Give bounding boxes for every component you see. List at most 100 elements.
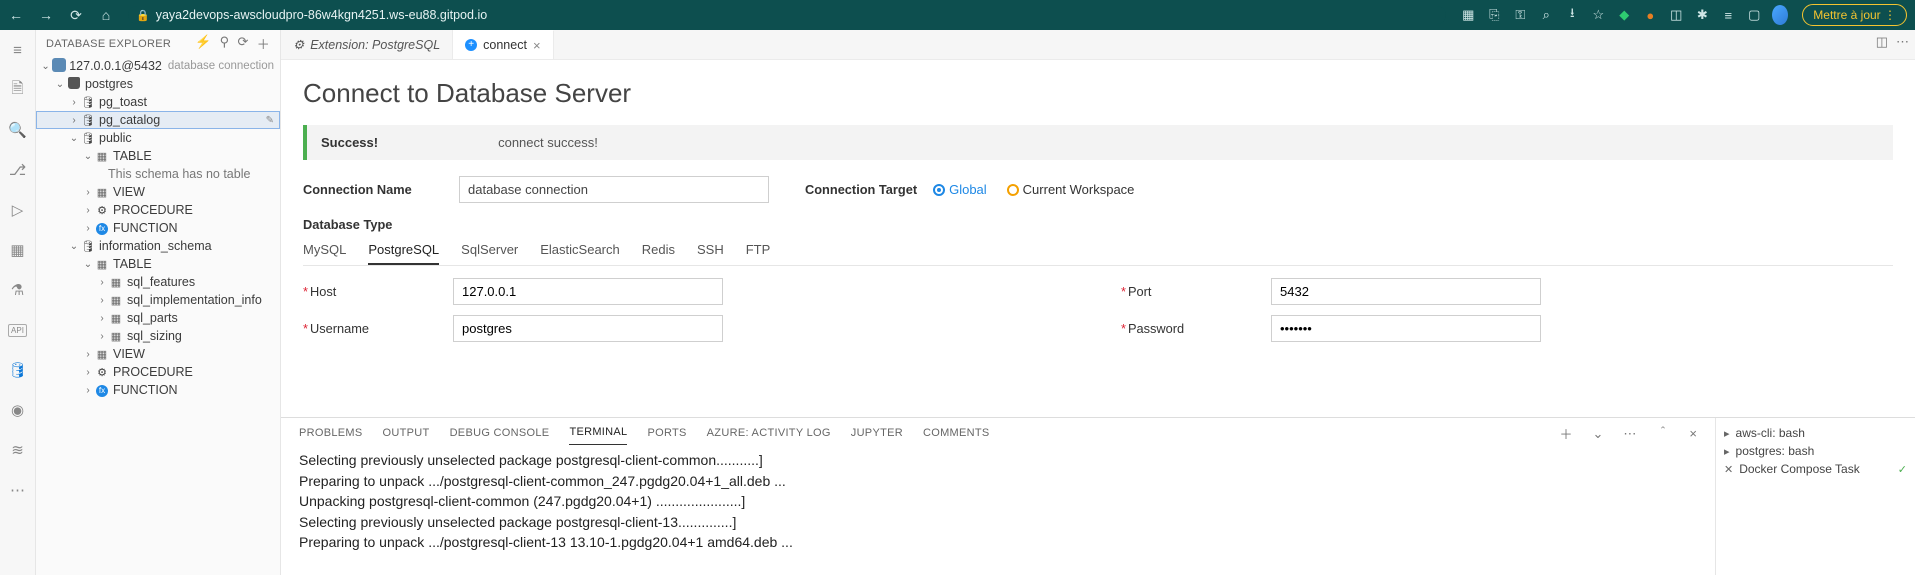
tree-schema-info[interactable]: ⌄ 🛢 information_schema xyxy=(36,237,280,255)
tree-table-sql-impl[interactable]: › ▦ sql_implementation_info xyxy=(36,291,280,309)
panel-tab-ports[interactable]: PORTS xyxy=(647,423,686,445)
download-icon[interactable]: ⭳ xyxy=(1564,4,1580,26)
run-icon[interactable]: ▷ xyxy=(6,198,30,222)
schema-label: public xyxy=(99,131,274,145)
explorer-icon[interactable]: 🗎 xyxy=(6,78,30,102)
forward-icon[interactable]: → xyxy=(38,7,54,23)
conn-name-input[interactable] xyxy=(459,176,769,203)
search-icon[interactable]: 🔍 xyxy=(6,118,30,142)
split-terminal-icon[interactable]: ⌄ xyxy=(1592,426,1603,442)
tree-table-group[interactable]: ⌄ ▦ TABLE xyxy=(36,147,280,165)
tree-schema-pg-catalog[interactable]: › 🛢 pg_catalog ✎ xyxy=(36,111,280,129)
panel-tab-jupyter[interactable]: JUPYTER xyxy=(851,423,903,445)
more-editor-icon[interactable]: ⋯ xyxy=(1896,34,1909,50)
schema-icon: 🛢 xyxy=(80,96,96,109)
db-tab-elasticsearch[interactable]: ElasticSearch xyxy=(540,238,619,265)
table-label: sql_features xyxy=(127,275,274,289)
db-tab-ftp[interactable]: FTP xyxy=(746,238,771,265)
api-icon[interactable]: API xyxy=(6,318,30,342)
close-panel-icon[interactable]: × xyxy=(1689,426,1697,441)
scm-icon[interactable]: ⎇ xyxy=(6,158,30,182)
terminal-label: aws-cli: bash xyxy=(1736,426,1805,440)
puzzle-icon[interactable]: ✱ xyxy=(1694,7,1710,23)
avatar-icon[interactable] xyxy=(1772,5,1788,25)
tree-view-group[interactable]: › ▦ VIEW xyxy=(36,183,280,201)
tree-table-sql-sizing[interactable]: › ▦ sql_sizing xyxy=(36,327,280,345)
ext-icon-1[interactable]: ▦ xyxy=(1460,7,1476,23)
db-tab-redis[interactable]: Redis xyxy=(642,238,675,265)
ext-icon-8[interactable]: ◫ xyxy=(1668,7,1684,23)
password-input[interactable] xyxy=(1271,315,1541,342)
database-icon[interactable]: 🛢 xyxy=(6,358,30,382)
tree-function-group[interactable]: › fx FUNCTION xyxy=(36,219,280,237)
tree-schema-pg-toast[interactable]: › 🛢 pg_toast xyxy=(36,93,280,111)
tree-db-postgres[interactable]: ⌄ postgres xyxy=(36,75,280,93)
activity-bar: ≡ 🗎 🔍 ⎇ ▷ ▦ ⚗ API 🛢 ◉ ≋ ⋯ xyxy=(0,30,36,575)
close-icon[interactable]: × xyxy=(533,38,541,53)
extensions-icon[interactable]: ▦ xyxy=(6,238,30,262)
terminal-item-postgres[interactable]: ▸ postgres: bash xyxy=(1724,442,1907,460)
star-icon[interactable]: ☆ xyxy=(1590,7,1606,23)
reload-icon[interactable]: ⟳ xyxy=(68,7,84,24)
ext-orange-icon[interactable]: ● xyxy=(1642,8,1658,23)
panel-tab-terminal[interactable]: TERMINAL xyxy=(569,422,627,445)
github-icon[interactable]: ◉ xyxy=(6,398,30,422)
tree-procedure-group-2[interactable]: › ⚙ PROCEDURE xyxy=(36,363,280,381)
db-tab-sqlserver[interactable]: SqlServer xyxy=(461,238,518,265)
tree-table-group-2[interactable]: ⌄ ▦ TABLE xyxy=(36,255,280,273)
panel-icon[interactable]: ▢ xyxy=(1746,7,1762,23)
back-icon[interactable]: ← xyxy=(8,7,24,23)
menu-icon[interactable]: ≡ xyxy=(6,38,30,62)
home-icon[interactable]: ⌂ xyxy=(98,7,114,23)
tree-connection[interactable]: ⌄ 127.0.0.1@5432 database connection xyxy=(36,57,280,75)
group-label: PROCEDURE xyxy=(113,203,274,217)
panel-tab-output[interactable]: OUTPUT xyxy=(383,423,430,445)
target-global-radio[interactable]: Global xyxy=(933,182,987,197)
ext-icon-2[interactable]: ⎘ xyxy=(1486,7,1502,23)
ext-green-icon[interactable]: ◆ xyxy=(1616,7,1632,23)
terminal-item-docker[interactable]: ✕ Docker Compose Task ✓ xyxy=(1724,460,1907,478)
host-input[interactable] xyxy=(453,278,723,305)
db-tab-ssh[interactable]: SSH xyxy=(697,238,724,265)
filter-icon[interactable]: ⚲ xyxy=(220,34,230,53)
tree-function-group-2[interactable]: › fx FUNCTION xyxy=(36,381,280,399)
chevron-right-icon: › xyxy=(96,277,108,288)
more-panel-icon[interactable]: ⋯ xyxy=(1623,426,1636,442)
tab-extension[interactable]: ⚙ Extension: PostgreSQL xyxy=(281,30,453,59)
new-connection-icon[interactable]: ⚡ xyxy=(195,34,212,53)
tree-schema-public[interactable]: ⌄ 🛢 public xyxy=(36,129,280,147)
key-icon[interactable]: ⚿ xyxy=(1512,7,1528,23)
add-icon[interactable]: ＋ xyxy=(257,34,270,53)
tree-procedure-group[interactable]: › ⚙ PROCEDURE xyxy=(36,201,280,219)
split-icon[interactable]: ◫ xyxy=(1876,34,1888,50)
update-button[interactable]: Mettre à jour ⋮ xyxy=(1802,4,1907,26)
database-cylinder-icon xyxy=(68,77,80,89)
db-tab-postgresql[interactable]: PostgreSQL xyxy=(368,238,439,265)
target-workspace-radio[interactable]: Current Workspace xyxy=(1007,182,1135,197)
tree-table-sql-features[interactable]: › ▦ sql_features xyxy=(36,273,280,291)
panel-tab-problems[interactable]: PROBLEMS xyxy=(299,423,363,445)
port-input[interactable] xyxy=(1271,278,1541,305)
terminal-output[interactable]: Selecting previously unselected package … xyxy=(281,445,1715,575)
new-terminal-icon[interactable]: ＋ xyxy=(1559,424,1572,443)
username-input[interactable] xyxy=(453,315,723,342)
db-tab-mysql[interactable]: MySQL xyxy=(303,238,346,265)
tab-connect[interactable]: + connect × xyxy=(453,30,553,59)
tree-table-sql-parts[interactable]: › ▦ sql_parts xyxy=(36,309,280,327)
more-activity-icon[interactable]: ⋯ xyxy=(6,478,30,502)
db-tree: ⌄ 127.0.0.1@5432 database connection ⌄ p… xyxy=(36,57,280,575)
panel-tab-azure[interactable]: AZURE: ACTIVITY LOG xyxy=(707,423,831,445)
refresh-icon[interactable]: ⟳ xyxy=(237,34,248,53)
maximize-panel-icon[interactable]: ＾ xyxy=(1656,424,1669,443)
translate-icon[interactable]: ⌕ xyxy=(1538,7,1554,23)
address-bar[interactable]: 🔒 yaya2devops-awscloudpro-86w4kgn4251.ws… xyxy=(128,6,1446,24)
beaker-icon[interactable]: ⚗ xyxy=(6,278,30,302)
edit-icon[interactable]: ✎ xyxy=(266,115,274,126)
alert-message: connect success! xyxy=(498,135,598,150)
pin-icon[interactable]: ≡ xyxy=(1720,8,1736,23)
layers-icon[interactable]: ≋ xyxy=(6,438,30,462)
tree-view-group-2[interactable]: › ▦ VIEW xyxy=(36,345,280,363)
terminal-item-aws[interactable]: ▸ aws-cli: bash xyxy=(1724,424,1907,442)
panel-tab-comments[interactable]: COMMENTS xyxy=(923,423,990,445)
panel-tab-debug[interactable]: DEBUG CONSOLE xyxy=(450,423,550,445)
